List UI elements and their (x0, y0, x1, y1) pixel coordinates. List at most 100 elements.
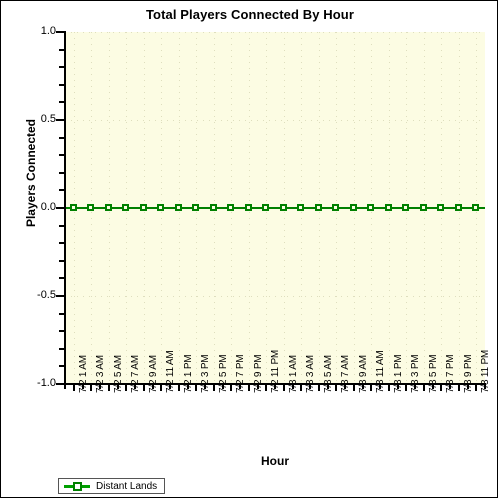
x-axis-tick (142, 385, 145, 391)
data-point-marker (297, 204, 305, 211)
x-axis-tick (317, 385, 320, 391)
plot-area (65, 32, 485, 385)
chart-canvas: Total Players Connected By Hour 1.0 0.5 0.… (0, 0, 498, 498)
x-axis-tick (282, 385, 285, 391)
x-axis-tick-label: 7/2 9 PM (252, 354, 264, 393)
data-point-marker (139, 204, 147, 211)
x-axis-tick (247, 385, 250, 391)
y-axis-minor-tick (59, 312, 65, 315)
data-point-marker (367, 204, 375, 211)
y-axis-minor-tick (59, 365, 65, 368)
series-layer (65, 32, 485, 384)
x-axis-tick-label: 7/3 9 PM (462, 354, 474, 393)
y-axis-tick-label: -1.0 (37, 377, 56, 389)
y-axis-minor-tick (59, 101, 65, 104)
x-axis-tick-label: 7/2 1 AM (77, 355, 89, 393)
x-axis-tick-label: 7/3 3 PM (410, 354, 422, 393)
x-axis-tick (475, 385, 478, 391)
data-point-marker (227, 204, 235, 211)
y-axis-tick (56, 207, 65, 209)
x-axis-tick (265, 385, 268, 391)
x-axis-tick-label: 7/3 7 AM (340, 355, 352, 393)
y-axis-minor-tick (59, 277, 65, 280)
x-axis-tick (107, 385, 110, 391)
data-point-marker (314, 204, 322, 211)
x-axis-tick-label: 7/3 5 AM (322, 355, 334, 393)
x-axis-tick (72, 385, 75, 391)
y-axis-title: Players Connected (24, 118, 38, 228)
legend-swatch-icon (64, 481, 90, 491)
data-point-marker (279, 204, 287, 211)
x-axis-tick (352, 385, 355, 391)
data-point-marker (87, 204, 95, 211)
x-axis-title: Hour (261, 454, 289, 468)
y-axis-tick-label: -0.5 (37, 289, 56, 301)
y-axis-minor-tick (59, 242, 65, 245)
x-axis-tick-label: 7/3 3 AM (305, 355, 317, 393)
y-axis-minor-tick (59, 259, 65, 262)
data-point-marker (192, 204, 200, 211)
legend-label: Distant Lands (96, 480, 158, 492)
x-axis-tick-label: 7/3 11 AM (375, 350, 387, 394)
x-axis-tick (90, 385, 93, 391)
x-axis-tick-label: 7/3 1 PM (392, 354, 404, 393)
y-axis-minor-tick (59, 48, 65, 51)
x-axis-tick (405, 385, 408, 391)
x-axis-tick (195, 385, 198, 391)
x-axis-tick (387, 385, 390, 391)
data-point-marker (437, 204, 445, 211)
x-axis-tick-label: 7/2 11 PM (270, 349, 282, 393)
data-point-marker (332, 204, 340, 211)
x-axis-tick (457, 385, 460, 391)
x-axis-tick (370, 385, 373, 391)
data-point-marker (174, 204, 182, 211)
x-axis-tick (300, 385, 303, 391)
x-axis-tick-label: 7/3 11 PM (480, 349, 492, 393)
x-axis-tick-label: 7/2 9 AM (147, 355, 159, 393)
x-axis-tick-label: 7/3 5 PM (427, 354, 439, 393)
x-axis-tick-label: 7/3 7 PM (445, 354, 457, 393)
data-point-marker (419, 204, 427, 211)
data-point-marker (384, 204, 392, 211)
x-axis-tick-label: 7/2 7 PM (235, 354, 247, 393)
x-axis-tick-label: 7/2 3 AM (95, 355, 107, 393)
x-axis-tick-label: 7/3 1 AM (287, 355, 299, 393)
x-axis-tick (177, 385, 180, 391)
y-axis-minor-tick (59, 347, 65, 350)
x-axis-tick (335, 385, 338, 391)
data-point-marker (69, 204, 77, 211)
x-axis-tick (230, 385, 233, 391)
y-axis-minor-tick (59, 83, 65, 86)
x-axis-tick (160, 385, 163, 391)
chart-title: Total Players Connected By Hour (145, 7, 354, 22)
y-axis-minor-tick (59, 224, 65, 227)
x-axis-tick-label: 7/3 9 AM (357, 355, 369, 393)
x-axis-tick-label: 7/2 5 PM (217, 354, 229, 393)
y-axis-minor-tick (59, 136, 65, 139)
data-point-marker (349, 204, 357, 211)
chart-legend[interactable]: Distant Lands (58, 478, 166, 494)
y-axis-minor-tick (59, 171, 65, 174)
y-axis-tick (56, 295, 65, 297)
x-axis-minor-tick (64, 385, 66, 389)
data-point-marker (122, 204, 130, 211)
x-axis-tick-label: 7/2 7 AM (130, 355, 142, 393)
data-point-marker (209, 204, 217, 211)
x-axis-tick (212, 385, 215, 391)
data-point-marker (262, 204, 270, 211)
y-axis-minor-tick (59, 330, 65, 333)
x-axis-tick-label: 7/2 11 AM (165, 350, 177, 394)
data-point-marker (402, 204, 410, 211)
y-axis-tick (56, 119, 65, 121)
y-axis-tick-label: 1.0 (40, 25, 56, 37)
x-axis-tick (422, 385, 425, 391)
data-point-marker (472, 204, 480, 211)
data-point-marker (157, 204, 165, 211)
x-axis-tick-label: 7/2 5 AM (112, 355, 124, 393)
x-axis-tick (440, 385, 443, 391)
data-point-marker (244, 204, 252, 211)
data-point-marker (104, 204, 112, 211)
y-axis-tick (56, 31, 65, 33)
x-axis-tick-label: 7/2 1 PM (182, 354, 194, 393)
y-axis-minor-tick (59, 66, 65, 69)
